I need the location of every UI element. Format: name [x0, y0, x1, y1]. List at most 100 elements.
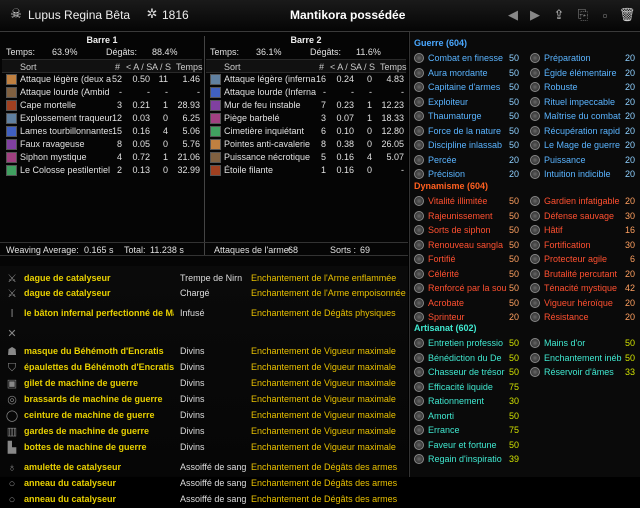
gear-row[interactable]: ⚔ dague de catalyseur Chargé Enchantement d… [0, 286, 408, 301]
cp-star[interactable]: Regain d'inspiratio 39 [410, 452, 525, 466]
cp-star[interactable]: Célérité 50 [410, 267, 525, 281]
gear-row[interactable]: ○ anneau du catalyseur Assoiffé de sang Enc… [0, 492, 408, 507]
gear-row[interactable]: ◎ brassards de machine de guerre Divins Enc… [0, 392, 408, 407]
cp-star[interactable]: Hâtif 16 [526, 223, 640, 237]
cp-star[interactable]: Rationnement 30 [410, 394, 525, 408]
gear-row[interactable]: ⚔ dague de catalyseur Trempe de Nirn Enchan… [0, 271, 408, 286]
cp-star[interactable]: Rajeunissement 50 [410, 209, 525, 223]
cp-star[interactable]: Efficacité liquide 75 [410, 380, 525, 394]
cp-star[interactable]: Vigueur héroïque 20 [526, 296, 640, 310]
skill-row[interactable]: Étoile filante 1 0.16 0 - [206, 164, 406, 177]
cp-star[interactable]: Combat en finesse 50 [410, 51, 525, 65]
cp-star[interactable]: Errance 75 [410, 423, 525, 437]
cp-star[interactable]: Ténacité mystique 42 [526, 281, 640, 295]
skill-cell: 0 [366, 74, 372, 84]
cp-star[interactable]: Le Mage de guerre 20 [526, 138, 640, 152]
gear-row[interactable]: ♁ amulette de catalyseur Assoiffé de sang E… [0, 460, 408, 475]
cp-star[interactable]: Chasseur de trésor 50 [410, 365, 525, 379]
cp-star[interactable]: Fortifié 50 [410, 252, 525, 266]
cp-star[interactable]: Robuste 20 [526, 80, 640, 94]
delete-icon[interactable]: 🗑 [618, 6, 636, 24]
cp-star[interactable]: Entretien professio 50 [410, 336, 525, 350]
bar-stats: Temps: 63.9% Dégâts: 88.4% [2, 46, 202, 59]
cp-star[interactable]: Renouveau sangla 50 [410, 238, 525, 252]
skill-row[interactable]: Attaque légère (inferna 16 0.24 0 4.83 [206, 73, 406, 86]
cp-star[interactable]: Thaumaturge 50 [410, 109, 525, 123]
gear-row[interactable]: ⛉ épaulettes du Béhémoth d'Encratis Divins… [0, 360, 408, 375]
cp-star[interactable]: Mains d'or 50 [526, 336, 640, 350]
cp-star[interactable]: Aura mordante 50 [410, 66, 525, 80]
cp-star[interactable]: Intuition indicible 20 [526, 167, 640, 181]
cp-star[interactable]: Force de la nature 50 [410, 124, 525, 138]
cp-star[interactable]: Puissance 20 [526, 153, 640, 167]
cp-star[interactable]: Vitalité illimitée 50 [410, 194, 525, 208]
cp-star[interactable]: Gardien infatigable 20 [526, 194, 640, 208]
skill-row[interactable]: Attaque légère (deux a 52 0.50 11 1.46 [2, 73, 202, 86]
gear-row[interactable]: ▣ gilet de machine de guerre Divins Enchant… [0, 376, 408, 391]
cp-star[interactable]: Précision 20 [410, 167, 525, 181]
gear-enchant: Enchantement de Vigueur maximale [251, 442, 396, 452]
cp-star[interactable]: Préparation 20 [526, 51, 640, 65]
cp-star[interactable]: Acrobate 50 [410, 296, 525, 310]
skill-row[interactable]: Attaque lourde (Ambid - - - - [2, 86, 202, 99]
cp-star[interactable]: Discipline inlassab 50 [410, 138, 525, 152]
skill-cell: 0 [366, 139, 372, 149]
gear-row[interactable]: ▙ bottes de machine de guerre Divins Enchan… [0, 440, 408, 455]
cp-star[interactable]: Réservoir d'âmes 33 [526, 365, 640, 379]
cp-star-name: Errance [428, 425, 460, 435]
cp-star[interactable]: Maîtrise du combat 20 [526, 109, 640, 123]
star-icon [414, 396, 424, 406]
skill-row[interactable]: Pointes anti-cavalerie 8 0.38 0 26.05 [206, 138, 406, 151]
cp-star[interactable]: Capitaine d'armes 50 [410, 80, 525, 94]
gear-row[interactable]: ☗ masque du Béhémoth d'Encratis Divins Ench… [0, 344, 408, 359]
skill-row[interactable]: Cape mortelle 3 0.21 1 28.93 [2, 99, 202, 112]
gear-trait: Assoiffé de sang [180, 462, 247, 472]
cp-star-value: 50 [624, 352, 635, 363]
skill-row[interactable]: Lames tourbillonnantes 15 0.16 4 5.06 [2, 125, 202, 138]
cp-star[interactable]: Récupération rapid 20 [526, 124, 640, 138]
cp-star-name: Hâtif [544, 225, 563, 235]
cp-star[interactable]: Faveur et fortune 50 [410, 438, 525, 452]
gear-row[interactable]: ✕ [0, 326, 408, 341]
cp-star[interactable]: Défense sauvage 30 [526, 209, 640, 223]
cp-star[interactable]: Égide élémentaire 20 [526, 66, 640, 80]
skill-row[interactable]: Faux ravageuse 8 0.05 0 5.76 [2, 138, 202, 151]
skill-row[interactable]: Attaque lourde (Inferna - - - - [206, 86, 406, 99]
skill-row[interactable]: Puissance nécrotique 5 0.16 4 5.07 [206, 151, 406, 164]
cp-star-value: 20 [624, 154, 635, 165]
gear-row[interactable]: ◯ ceinture de machine de guerre Divins Ench… [0, 408, 408, 423]
skill-row[interactable]: Piège barbelé 3 0.07 1 18.33 [206, 112, 406, 125]
gear-row[interactable]: ǀ le bâton infernal perfectionné de Maels… [0, 306, 408, 321]
cp-star-name: Acrobate [428, 297, 465, 308]
cp-star[interactable]: Sorts de siphon 50 [410, 223, 525, 237]
upload-icon[interactable]: ⇪ [550, 6, 568, 24]
gear-row[interactable]: ○ anneau du catalyseur Assoiffé de sang Enc… [0, 476, 408, 491]
previous-icon[interactable]: ◀ [504, 6, 522, 24]
skill-row[interactable]: Cimetière inquiétant 6 0.10 0 12.80 [206, 125, 406, 138]
cp-star[interactable]: Exploiteur 50 [410, 95, 525, 109]
cp-star[interactable]: Percée 20 [410, 153, 525, 167]
cp-star[interactable]: Résistance 20 [526, 310, 640, 324]
cp-star[interactable]: Fortification 30 [526, 238, 640, 252]
gear-name: dague de catalyseur [24, 273, 111, 283]
cp-star[interactable]: Sprinteur 20 [410, 310, 525, 324]
cp-star[interactable]: Brutalité percutant 20 [526, 267, 640, 281]
skill-row[interactable]: Le Colosse pestilentiel 2 0.13 0 32.99 [2, 164, 202, 177]
gear-row[interactable]: ▥ gardes de machine de guerre Divins Enchan… [0, 424, 408, 439]
skill-row[interactable]: Mur de feu instable 7 0.23 1 12.23 [206, 99, 406, 112]
cp-star[interactable]: Bénédiction du De 50 [410, 351, 525, 365]
cp-star[interactable]: Rituel impeccable 20 [526, 95, 640, 109]
weaving-label: Weaving Average: [6, 245, 79, 255]
gear-name: anneau du catalyseur [24, 478, 117, 488]
cp-star[interactable]: Amorti 50 [410, 409, 525, 423]
cp-star[interactable]: Enchantement inéb 50 [526, 351, 640, 365]
skill-row[interactable]: Explossement traqueur 12 0.03 0 6.25 [2, 112, 202, 125]
next-icon[interactable]: ▶ [526, 6, 544, 24]
unknown-icon[interactable]: ▫ [596, 6, 614, 24]
skill-row[interactable]: Siphon mystique 4 0.72 1 21.06 [2, 151, 202, 164]
star-icon [414, 67, 424, 78]
gear-name: dague de catalyseur [24, 288, 111, 298]
cp-star[interactable]: Renforcé par la sou 50 [410, 281, 525, 295]
cp-star[interactable]: Protecteur agile 6 [526, 252, 640, 266]
export-icon[interactable]: ⎘ [574, 6, 592, 24]
